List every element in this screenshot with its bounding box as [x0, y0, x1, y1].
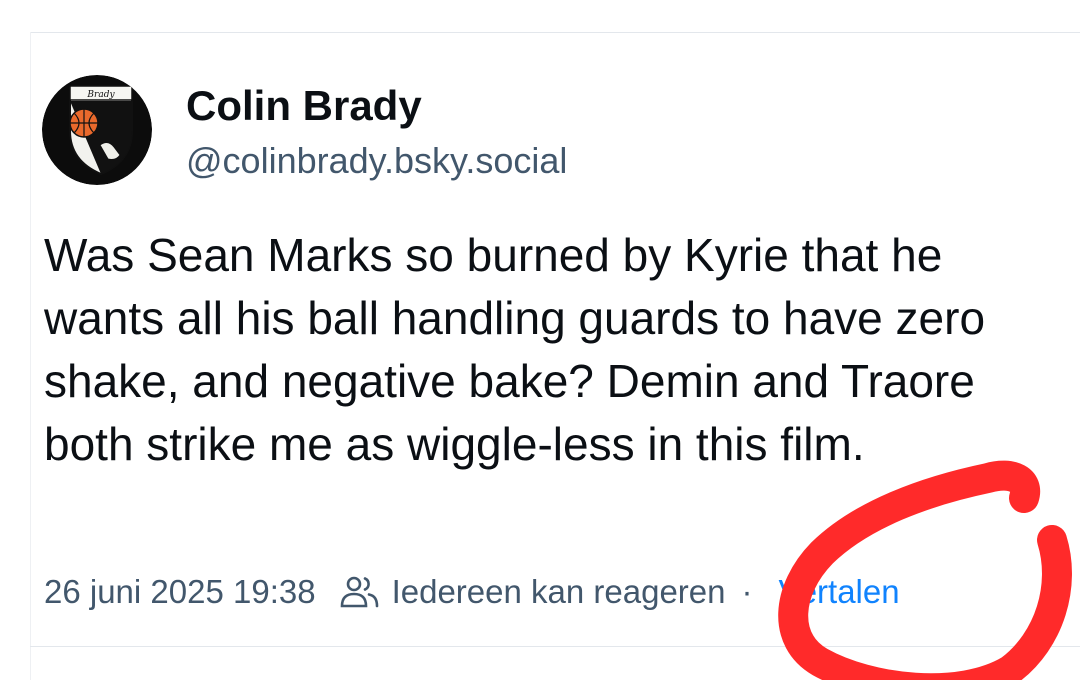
post-timestamp[interactable]: 26 juni 2025 19:38 [44, 573, 316, 611]
translate-link[interactable]: Vertalen [779, 573, 900, 611]
people-icon [340, 574, 380, 610]
post-body: Was Sean Marks so burned by Kyrie that h… [44, 229, 986, 470]
avatar[interactable]: Brady [42, 75, 152, 185]
thread-left-border [30, 32, 31, 680]
author-display-name[interactable]: Colin Brady [186, 82, 422, 130]
post-meta: 26 juni 2025 19:38 Iedereen kan reageren… [44, 568, 900, 616]
meta-separator: · [741, 573, 753, 610]
top-divider [30, 32, 1080, 33]
avatar-banner-text: Brady [86, 90, 115, 100]
reply-setting-label[interactable]: Iedereen kan reageren [392, 573, 726, 611]
author-handle[interactable]: @colinbrady.bsky.social [186, 140, 567, 182]
bottom-divider [30, 646, 1080, 647]
